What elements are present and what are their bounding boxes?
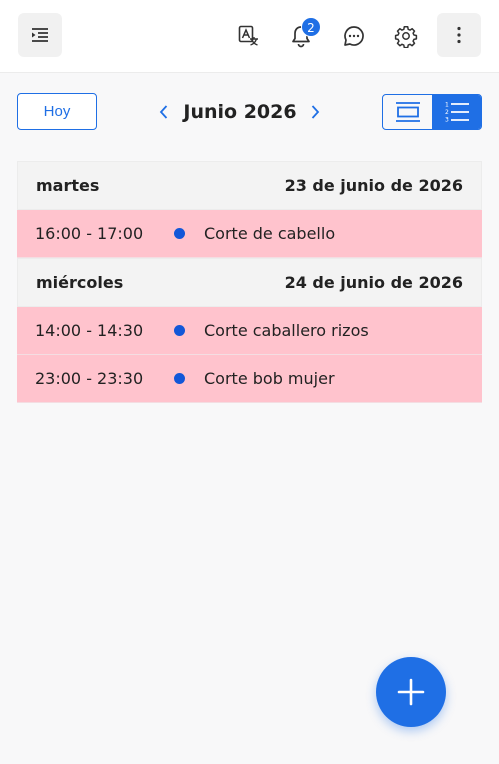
translate-icon bbox=[238, 25, 258, 46]
event-time: 23:00 - 23:30 bbox=[35, 369, 144, 388]
schedule-view-icon bbox=[395, 102, 420, 122]
today-button[interactable]: Hoy bbox=[17, 93, 97, 130]
event-title: Corte de cabello bbox=[204, 224, 336, 243]
day-date: 23 de junio de 2026 bbox=[284, 176, 463, 195]
chevron-right-icon bbox=[311, 105, 320, 119]
top-bar: 2 bbox=[0, 0, 499, 73]
more-vertical-icon bbox=[457, 26, 461, 44]
messages-button[interactable] bbox=[332, 14, 376, 58]
next-month-button[interactable] bbox=[304, 92, 326, 132]
view-toggle: 1 2 3 bbox=[382, 94, 482, 130]
chat-bubble-icon bbox=[344, 26, 364, 46]
gear-icon bbox=[394, 26, 418, 48]
event-time: 14:00 - 14:30 bbox=[35, 321, 144, 340]
notification-count-badge: 2 bbox=[301, 17, 321, 37]
settings-button[interactable] bbox=[384, 14, 428, 58]
event-color-dot bbox=[174, 325, 185, 336]
menu-indent-icon bbox=[32, 28, 48, 42]
event-time: 16:00 - 17:00 bbox=[35, 224, 144, 243]
day-weekday: miércoles bbox=[36, 273, 124, 292]
svg-text:1: 1 bbox=[445, 102, 449, 109]
chevron-left-icon bbox=[159, 105, 168, 119]
event-color-dot bbox=[174, 228, 185, 239]
agenda-list: martes 23 de junio de 2026 16:00 - 17:00… bbox=[17, 161, 482, 403]
event-title: Corte bob mujer bbox=[204, 369, 335, 388]
plus-icon bbox=[397, 678, 425, 706]
day-date: 24 de junio de 2026 bbox=[284, 273, 463, 292]
svg-text:3: 3 bbox=[445, 117, 449, 124]
previous-month-button[interactable] bbox=[153, 92, 175, 132]
day-weekday: martes bbox=[36, 176, 100, 195]
add-event-button[interactable] bbox=[376, 657, 446, 727]
day-header: miércoles 24 de junio de 2026 bbox=[17, 258, 482, 307]
list-view-icon: 1 2 3 bbox=[445, 102, 469, 124]
event-color-dot bbox=[174, 373, 185, 384]
calendar-toolbar: Hoy Junio 2026 1 2 3 bbox=[0, 92, 499, 132]
event-row[interactable]: 23:00 - 23:30 Corte bob mujer bbox=[17, 355, 482, 403]
more-options-button[interactable] bbox=[437, 13, 481, 57]
translate-button[interactable] bbox=[227, 14, 271, 58]
current-month-label: Junio 2026 bbox=[183, 101, 297, 123]
schedule-view-button[interactable] bbox=[383, 95, 432, 129]
event-row[interactable]: 14:00 - 14:30 Corte caballero rizos bbox=[17, 307, 482, 355]
sidebar-toggle-button[interactable] bbox=[18, 13, 62, 57]
svg-text:2: 2 bbox=[445, 109, 449, 116]
event-title: Corte caballero rizos bbox=[204, 321, 369, 340]
list-view-button[interactable]: 1 2 3 bbox=[432, 95, 481, 129]
day-header: martes 23 de junio de 2026 bbox=[17, 161, 482, 210]
notifications-button[interactable]: 2 bbox=[279, 14, 323, 58]
event-row[interactable]: 16:00 - 17:00 Corte de cabello bbox=[17, 210, 482, 258]
